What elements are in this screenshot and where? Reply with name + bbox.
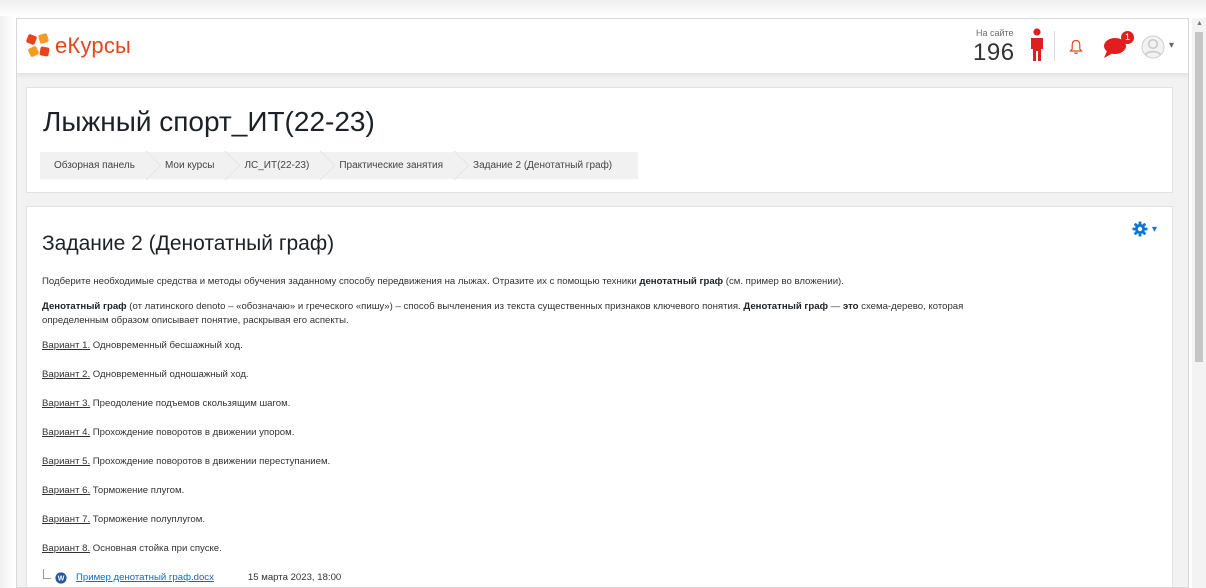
- scrollbar-thumb[interactable]: [1195, 32, 1203, 362]
- user-menu-caret-icon[interactable]: ▾: [1169, 40, 1174, 51]
- assignment-description: Подберите необходимые средства и методы …: [42, 275, 1152, 587]
- actions-menu[interactable]: ▾: [1132, 221, 1164, 241]
- attachment-link[interactable]: Пример денотатный граф.docx: [76, 571, 214, 585]
- variant-item: Вариант 6. Торможение плугом.: [42, 485, 185, 496]
- variant-link[interactable]: Вариант 4.: [42, 427, 90, 438]
- navbar-divider: [1054, 31, 1055, 61]
- variant-item: Вариант 2. Одновременный одношажный ход.: [42, 369, 249, 380]
- file-icon: W: [55, 572, 67, 584]
- definition-paragraph: Денотатный граф (от латинского denoto – …: [42, 301, 964, 326]
- variant-item: Вариант 4. Прохождение поворотов в движе…: [42, 427, 295, 438]
- variant-item: Вариант 3. Преодоление подъемов скользящ…: [42, 398, 291, 409]
- variant-link[interactable]: Вариант 1.: [42, 340, 90, 351]
- svg-text:W: W: [58, 576, 65, 583]
- chevron-down-icon: ▾: [1152, 224, 1158, 235]
- bell-icon[interactable]: [1069, 39, 1083, 55]
- breadcrumb-item-dashboard[interactable]: Обзорная панель: [40, 152, 151, 179]
- breadcrumb-item-my-courses[interactable]: Мои курсы: [150, 152, 231, 179]
- breadcrumb-item-current[interactable]: Задание 2 (Денотатный граф): [459, 152, 639, 179]
- variant-item: Вариант 7. Торможение полуплугом.: [42, 514, 205, 525]
- scroll-up-icon[interactable]: ▲: [1196, 20, 1203, 27]
- attachment-row: W Пример денотатный граф.docx 15 марта 2…: [42, 569, 1152, 587]
- intro-paragraph: Подберите необходимые средства и методы …: [42, 276, 844, 287]
- variant-link[interactable]: Вариант 3.: [42, 398, 90, 409]
- brand-link[interactable]: eКурсы: [25, 31, 132, 61]
- course-title: Лыжный спорт_ИТ(22-23): [43, 106, 375, 137]
- variant-link[interactable]: Вариант 8.: [42, 543, 90, 554]
- assignment-title: Задание 2 (Денотатный граф): [42, 232, 335, 255]
- variant-link[interactable]: Вариант 6.: [42, 485, 90, 496]
- brand-name: eКурсы: [55, 33, 132, 58]
- person-icon: [1031, 28, 1043, 61]
- online-count: 196: [973, 39, 1015, 66]
- messages-badge: 1: [1121, 31, 1134, 44]
- online-label: На сайте: [976, 28, 1014, 38]
- variant-item: Вариант 8. Основная стойка при спуске.: [42, 543, 222, 554]
- navbar: eКурсы На сайте 196 1 ▾: [17, 19, 1188, 74]
- tree-connector: [43, 569, 51, 579]
- variant-item: Вариант 1. Одновременный бесшажный ход.: [42, 340, 243, 351]
- variant-link[interactable]: Вариант 2.: [42, 369, 90, 380]
- variant-link[interactable]: Вариант 5.: [42, 456, 90, 467]
- page: eКурсы На сайте 196 1 ▾ Лыжный спорт_ИТ(…: [16, 18, 1189, 588]
- breadcrumb-item-section[interactable]: Практические занятия: [325, 152, 460, 179]
- attachment-date: 15 марта 2023, 18:00: [247, 572, 342, 583]
- breadcrumb-item-course[interactable]: ЛС_ИТ(22-23): [230, 152, 326, 179]
- variant-item: Вариант 5. Прохождение поворотов в движе…: [42, 456, 331, 467]
- avatar-icon[interactable]: [1141, 35, 1165, 59]
- gear-icon: [1132, 221, 1148, 237]
- variant-link[interactable]: Вариант 7.: [42, 514, 90, 525]
- assignment-card: ▾ Задание 2 (Денотатный граф) Подберите …: [26, 206, 1173, 587]
- breadcrumb: Обзорная панель Мои курсы ЛС_ИТ(22-23) П…: [40, 152, 639, 179]
- page-header: Лыжный спорт_ИТ(22-23) Обзорная панель М…: [26, 87, 1173, 193]
- screenshot-frame: eКурсы На сайте 196 1 ▾ Лыжный спорт_ИТ(…: [0, 0, 1206, 588]
- page-scrollbar[interactable]: ▲: [1192, 18, 1206, 588]
- brand-logo-icon: [25, 32, 51, 58]
